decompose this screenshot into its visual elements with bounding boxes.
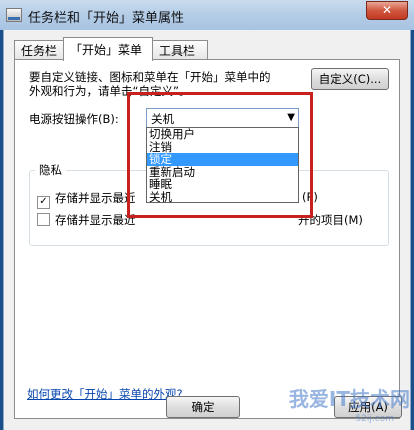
power-button-value: 关机 <box>151 112 174 126</box>
tab-taskbar[interactable]: 任务栏 <box>14 40 64 59</box>
dropdown-arrow-icon[interactable]: ▼ <box>287 112 295 123</box>
option-switch-user[interactable]: 切换用户 <box>147 128 298 141</box>
dialog-client: 任务栏 「开始」菜单 工具栏 要自定义链接、图标和菜单在「开始」菜单中的 外观和… <box>3 30 411 430</box>
close-button[interactable]: ✕ <box>366 1 408 20</box>
watermark-url: 52ij.com <box>355 414 394 424</box>
start-menu-help-link[interactable]: 如何更改「开始」菜单的外观? <box>27 386 183 402</box>
tab-start-menu[interactable]: 「开始」菜单 <box>63 37 153 61</box>
option-sleep[interactable]: 睡眠 <box>147 178 298 191</box>
checkbox-checked[interactable]: ✓ <box>37 196 50 209</box>
power-button-dropdown[interactable]: 切换用户 注销 锁定 重新启动 睡眠 关机 <box>146 127 299 203</box>
checkbox-unchecked[interactable] <box>37 213 50 226</box>
ok-button[interactable]: 确定 <box>166 396 240 418</box>
privacy-option-programs-tail: (P) <box>302 190 318 204</box>
power-button-label: 电源按钮操作(B): <box>29 112 119 126</box>
privacy-option-items[interactable]: 存储并显示最近 <box>37 212 136 228</box>
option-shut-down[interactable]: 关机 <box>147 190 298 204</box>
customize-button[interactable]: 自定义(C)... <box>311 68 389 90</box>
watermark: 我爱IT技术网 <box>288 387 410 411</box>
tab-toolbars[interactable]: 工具栏 <box>152 40 208 59</box>
privacy-option-programs[interactable]: ✓ 存储并显示最近 <box>37 190 136 209</box>
title-bar: 任务栏和「开始」菜单属性 ✕ <box>0 0 414 30</box>
privacy-title: 隐私 <box>35 162 66 178</box>
privacy-option-items-tail: 开的项目(M) <box>298 213 363 227</box>
window-title: 任务栏和「开始」菜单属性 <box>28 11 185 26</box>
window-app-icon <box>6 8 22 22</box>
option-lock[interactable]: 锁定 <box>147 153 298 166</box>
start-menu-panel: 要自定义链接、图标和菜单在「开始」菜单中的 外观和行为，请单击“自定义”。 自定… <box>14 59 400 419</box>
power-button-select[interactable]: 关机 ▼ <box>146 108 299 128</box>
customize-description: 要自定义链接、图标和菜单在「开始」菜单中的 外观和行为，请单击“自定义”。 <box>29 70 271 98</box>
